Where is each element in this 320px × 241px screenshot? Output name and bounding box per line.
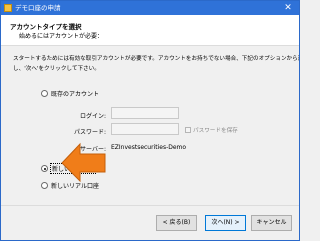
dialog-window: デモ口座の申請 ✕ アカウントタイプを選択 始めるにはアカウントが必要： スター… (0, 0, 300, 241)
radio-new-demo-account-button[interactable] (41, 165, 48, 172)
instruction-line-2: し、'次へ'をクリックして下さい。 (13, 66, 100, 72)
close-icon[interactable]: ✕ (277, 1, 299, 15)
window-title: デモ口座の申請 (15, 4, 61, 12)
wizard-header: アカウントタイプを選択 始めるにはアカウントが必要： (1, 15, 299, 46)
arrow-shape (61, 142, 106, 182)
radio-new-real-account-label: 新しいリアル口座 (51, 183, 99, 190)
save-password-box[interactable] (185, 127, 191, 133)
server-value: EZInvestsecurities-Demo (111, 144, 187, 151)
instruction-text: スタートするためには有効な取引アカウントが必要です。アカウントをお持ちでない場合… (13, 54, 300, 74)
radio-new-real-account-button[interactable] (41, 182, 48, 189)
title-bar: デモ口座の申請 ✕ (1, 1, 299, 15)
app-icon (4, 4, 12, 12)
header-subtitle: 始めるにはアカウントが必要： (19, 33, 104, 40)
radio-existing-account-button[interactable] (41, 90, 48, 97)
password-input[interactable] (111, 123, 179, 135)
next-button[interactable]: 次へ(N) > (205, 215, 246, 231)
login-label: ログイン: (79, 113, 106, 120)
footer-divider (1, 205, 299, 206)
radio-existing-account[interactable]: 既存のアカウント (41, 89, 99, 98)
save-password-label: パスワードを保存 (193, 128, 238, 134)
orange-arrow-annotation (61, 142, 106, 182)
cancel-button[interactable]: キャンセル (251, 215, 292, 231)
radio-new-real-account[interactable]: 新しいリアル口座 (41, 181, 99, 190)
back-button[interactable]: < 戻る(B) (156, 215, 197, 231)
login-input[interactable] (111, 107, 179, 119)
password-label: パスワード: (73, 129, 106, 136)
radio-existing-account-label: 既存のアカウント (51, 91, 100, 98)
instruction-line-1: スタートするためには有効な取引アカウントが必要です。アカウントをお持ちでない場合… (13, 56, 300, 62)
header-title: アカウントタイプを選択 (10, 23, 82, 31)
save-password-checkbox[interactable]: パスワードを保存 (185, 126, 238, 134)
